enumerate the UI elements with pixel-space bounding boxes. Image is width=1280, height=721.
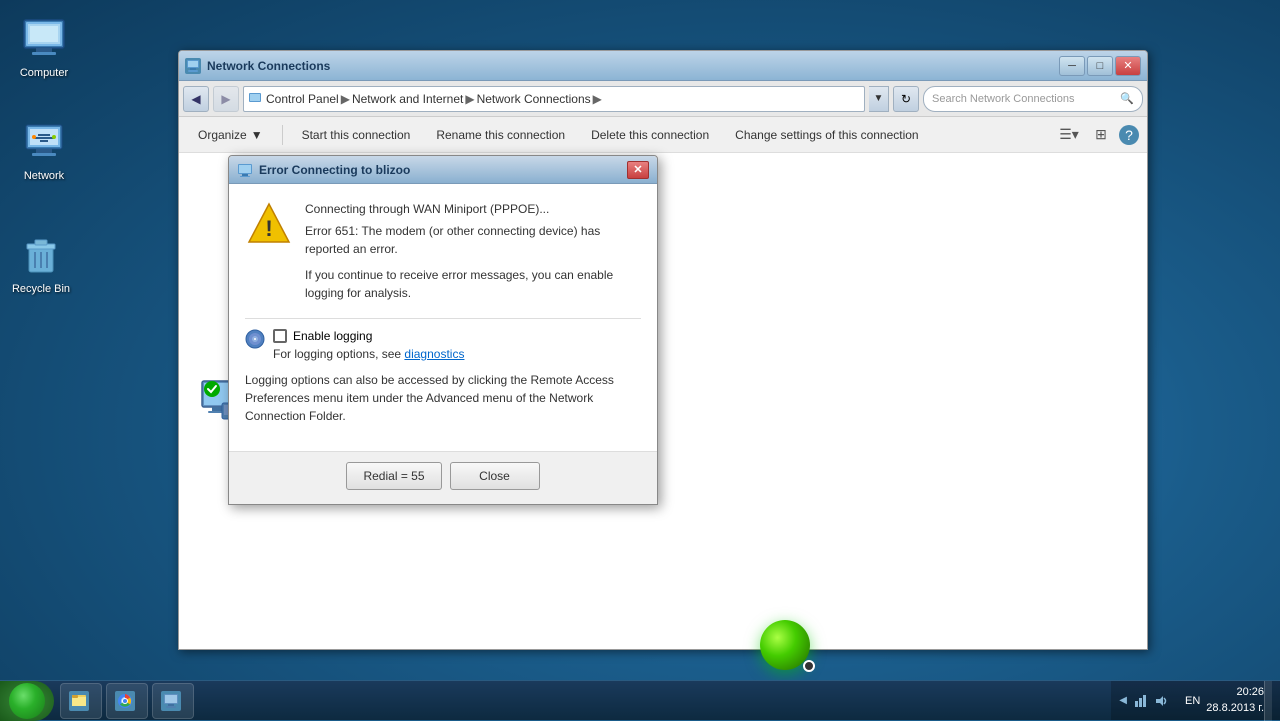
dialog-info-text: Logging options can also be accessed by …: [245, 371, 641, 425]
dialog-footer: Redial = 55 Close: [229, 451, 657, 504]
delete-connection-label: Delete this connection: [591, 128, 709, 142]
error-dialog: Error Connecting to blizoo ✕ ! Connectin…: [228, 155, 658, 505]
explorer-title-icon: [185, 58, 201, 74]
view-options-button[interactable]: ☰▾: [1055, 121, 1083, 149]
dialog-title: Error Connecting to blizoo: [259, 163, 627, 177]
tray-network-icon: [1133, 693, 1149, 709]
rename-connection-label: Rename this connection: [436, 128, 565, 142]
refresh-button[interactable]: ↻: [893, 86, 919, 112]
window-controls: ─ □ ✕: [1059, 56, 1141, 76]
taskbar: ◀ EN 20:26 2: [0, 680, 1280, 720]
taskbar-chrome-icon: [115, 691, 135, 711]
enable-logging-row: Enable logging: [273, 329, 464, 343]
dialog-titlebar: Error Connecting to blizoo ✕: [229, 156, 657, 184]
cursor: [803, 660, 815, 672]
toolbar-separator-1: [282, 125, 283, 145]
clock-time: 20:26: [1206, 685, 1264, 700]
tray-icons: [1131, 693, 1171, 709]
svg-text:!: !: [265, 216, 272, 241]
desktop-icon-network[interactable]: Network: [4, 113, 84, 187]
logging-link-row: For logging options, see diagnostics: [273, 347, 464, 361]
recycle-bin-label: Recycle Bin: [12, 282, 70, 296]
desktop: Computer Network: [0, 0, 1280, 720]
breadcrumb-control-panel[interactable]: Control Panel: [266, 92, 339, 106]
taskbar-explorer-button[interactable]: [60, 683, 102, 719]
enable-logging-label: Enable logging: [293, 329, 372, 343]
logging-icon: [245, 329, 265, 349]
minimize-button[interactable]: ─: [1059, 56, 1085, 76]
close-dialog-button[interactable]: Close: [450, 462, 540, 490]
start-button[interactable]: [0, 681, 54, 721]
logging-link-prefix: For logging options, see: [273, 347, 404, 361]
back-button[interactable]: ◀: [183, 86, 209, 112]
dialog-body: ! Connecting through WAN Miniport (PPPOE…: [229, 184, 657, 451]
clock-date: 28.8.2013 г.: [1206, 701, 1264, 716]
organize-button[interactable]: Organize ▼: [187, 121, 274, 149]
change-settings-button[interactable]: Change settings of this connection: [724, 121, 929, 149]
language-indicator[interactable]: EN: [1179, 695, 1206, 707]
forward-button[interactable]: ▶: [213, 86, 239, 112]
enable-logging-checkbox[interactable]: [273, 329, 287, 343]
breadcrumb-network-internet[interactable]: Network and Internet: [352, 92, 463, 106]
computer-icon: [20, 14, 68, 62]
explorer-titlebar: Network Connections ─ □ ✕: [179, 51, 1147, 81]
dialog-messages: Connecting through WAN Miniport (PPPOE).…: [305, 200, 641, 306]
dialog-separator: [245, 318, 641, 319]
rename-connection-button[interactable]: Rename this connection: [425, 121, 576, 149]
maximize-button[interactable]: □: [1087, 56, 1113, 76]
organize-label: Organize: [198, 128, 247, 142]
error-msg: Error 651: The modem (or other connectin…: [305, 222, 641, 258]
network-icon-label: Network: [24, 169, 64, 183]
search-icon: 🔍: [1120, 92, 1134, 105]
toolbar: Organize ▼ Start this connection Rename …: [179, 117, 1147, 153]
logging-section: Enable logging For logging options, see …: [245, 329, 641, 361]
start-orb: [9, 683, 45, 719]
address-dropdown-button[interactable]: ▼: [869, 86, 889, 112]
desktop-icon-computer[interactable]: Computer: [4, 10, 84, 84]
suggestion-msg: If you continue to receive error message…: [305, 266, 641, 302]
connecting-msg: Connecting through WAN Miniport (PPPOE).…: [305, 200, 641, 218]
change-view-button[interactable]: ⊞: [1087, 121, 1115, 149]
green-orb: [760, 620, 810, 670]
redial-button[interactable]: Redial = 55: [346, 462, 441, 490]
clock: 20:26 28.8.2013 г.: [1206, 685, 1264, 716]
search-placeholder: Search Network Connections: [932, 93, 1074, 105]
start-connection-label: Start this connection: [302, 128, 411, 142]
search-box[interactable]: Search Network Connections 🔍: [923, 86, 1143, 112]
taskbar-explorer-icon: [69, 691, 89, 711]
dialog-main-row: ! Connecting through WAN Miniport (PPPOE…: [245, 200, 641, 306]
taskbar-display-icon: [161, 691, 181, 711]
show-hidden-icons-button[interactable]: ◀: [1119, 695, 1127, 706]
toolbar-right: ☰▾ ⊞ ?: [1055, 121, 1139, 149]
change-settings-label: Change settings of this connection: [735, 128, 918, 142]
taskbar-display-button[interactable]: [152, 683, 194, 719]
breadcrumb-network-connections[interactable]: Network Connections: [477, 92, 591, 106]
taskbar-tray: ◀ EN 20:26 2: [1111, 681, 1280, 720]
logging-details: Enable logging For logging options, see …: [273, 329, 464, 361]
network-icon: [20, 117, 68, 165]
warning-icon: !: [245, 200, 293, 248]
taskbar-chrome-button[interactable]: [106, 683, 148, 719]
dialog-title-icon: [237, 162, 253, 178]
computer-icon-label: Computer: [20, 66, 68, 80]
delete-connection-button[interactable]: Delete this connection: [580, 121, 720, 149]
organize-dropdown-icon: ▼: [251, 128, 263, 142]
help-button[interactable]: ?: [1119, 125, 1139, 145]
address-box[interactable]: Control Panel ▶ Network and Internet ▶ N…: [243, 86, 865, 112]
show-desktop-button[interactable]: [1264, 681, 1272, 721]
close-window-button[interactable]: ✕: [1115, 56, 1141, 76]
start-connection-button[interactable]: Start this connection: [291, 121, 422, 149]
desktop-icon-recycle-bin[interactable]: Recycle Bin: [1, 226, 81, 300]
dialog-close-button[interactable]: ✕: [627, 161, 649, 179]
explorer-title: Network Connections: [207, 59, 1059, 73]
address-bar-area: ◀ ▶ Control Panel ▶ Network and Internet…: [179, 81, 1147, 117]
diagnostics-link[interactable]: diagnostics: [404, 347, 464, 361]
tray-volume-icon: [1153, 693, 1169, 709]
recycle-bin-icon: [17, 230, 65, 278]
